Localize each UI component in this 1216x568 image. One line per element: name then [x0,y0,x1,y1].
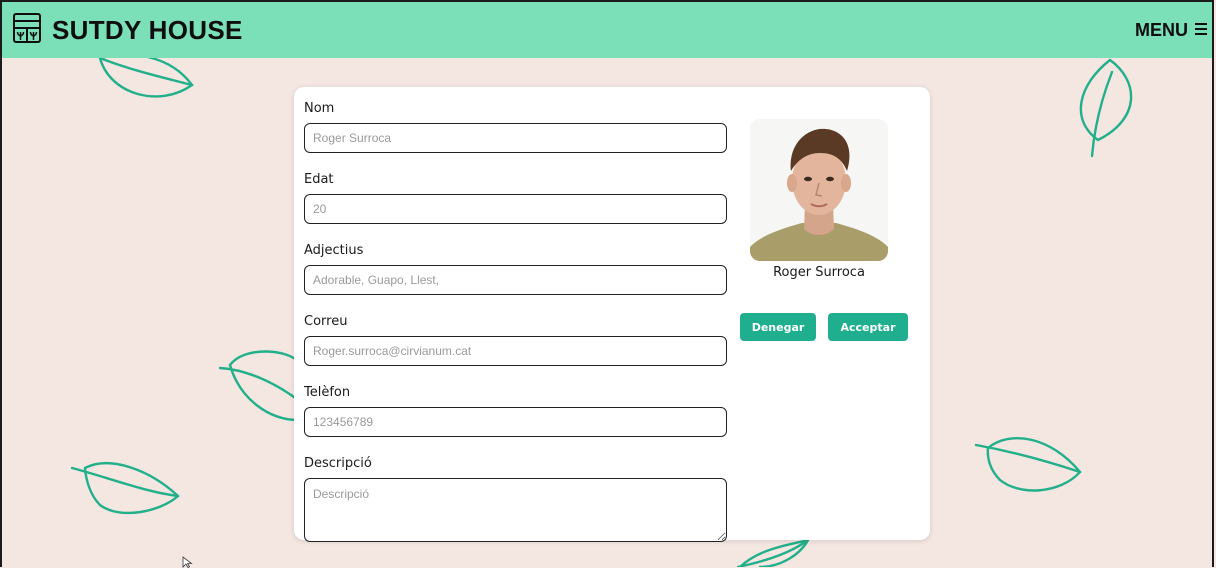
name-input[interactable] [304,123,727,153]
email-input[interactable] [304,336,727,366]
leaf-icon [70,462,180,515]
leaf-icon [218,350,300,422]
leaf-icon [974,436,1082,492]
profile-card: Nom Edat Adjectius Correu Telèfon Descri… [294,87,930,542]
description-label: Descripció [304,456,372,471]
menu-label: MENU [1135,19,1188,40]
adjectives-label: Adjectius [304,243,364,258]
top-navbar: SUTDY HOUSE MENU [2,2,1212,58]
description-textarea[interactable] [304,478,727,542]
phone-label: Telèfon [304,385,351,400]
profile-photo [750,119,888,261]
profile-form: Nom Edat Adjectius Correu Telèfon Descri… [304,99,730,542]
deny-button[interactable]: Denegar [740,313,816,341]
hamburger-icon [1194,20,1208,41]
adjectives-input[interactable] [304,265,727,295]
leaf-icon [98,53,194,98]
brand: SUTDY HOUSE [12,12,243,49]
age-label: Edat [304,172,334,187]
mouse-cursor-icon [182,556,193,568]
profile-name: Roger Surroca [773,265,865,280]
site-title[interactable]: SUTDY HOUSE [52,15,243,46]
person-portrait-icon [750,119,888,261]
greenhouse-icon[interactable] [12,12,42,49]
leaf-icon [1079,58,1133,158]
menu-button[interactable]: MENU [1135,20,1208,41]
email-label: Correu [304,314,348,329]
accept-button[interactable]: Acceptar [828,313,908,341]
phone-input[interactable] [304,407,727,437]
age-input[interactable] [304,194,727,224]
leaf-icon [736,538,811,567]
name-label: Nom [304,101,335,116]
